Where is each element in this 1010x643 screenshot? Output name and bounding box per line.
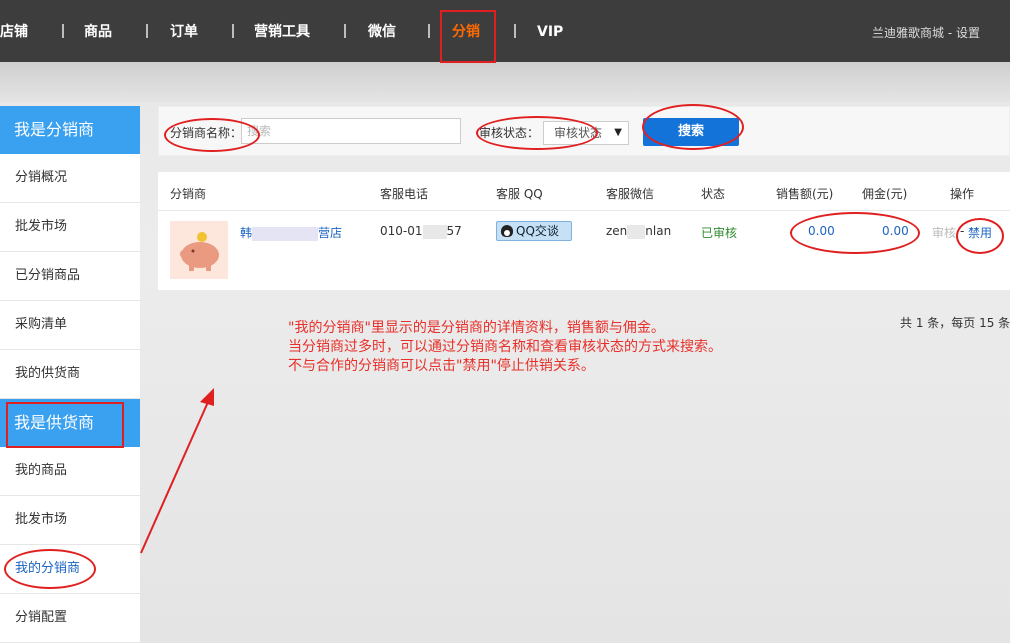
annotation-arrow-icon [140,388,214,554]
